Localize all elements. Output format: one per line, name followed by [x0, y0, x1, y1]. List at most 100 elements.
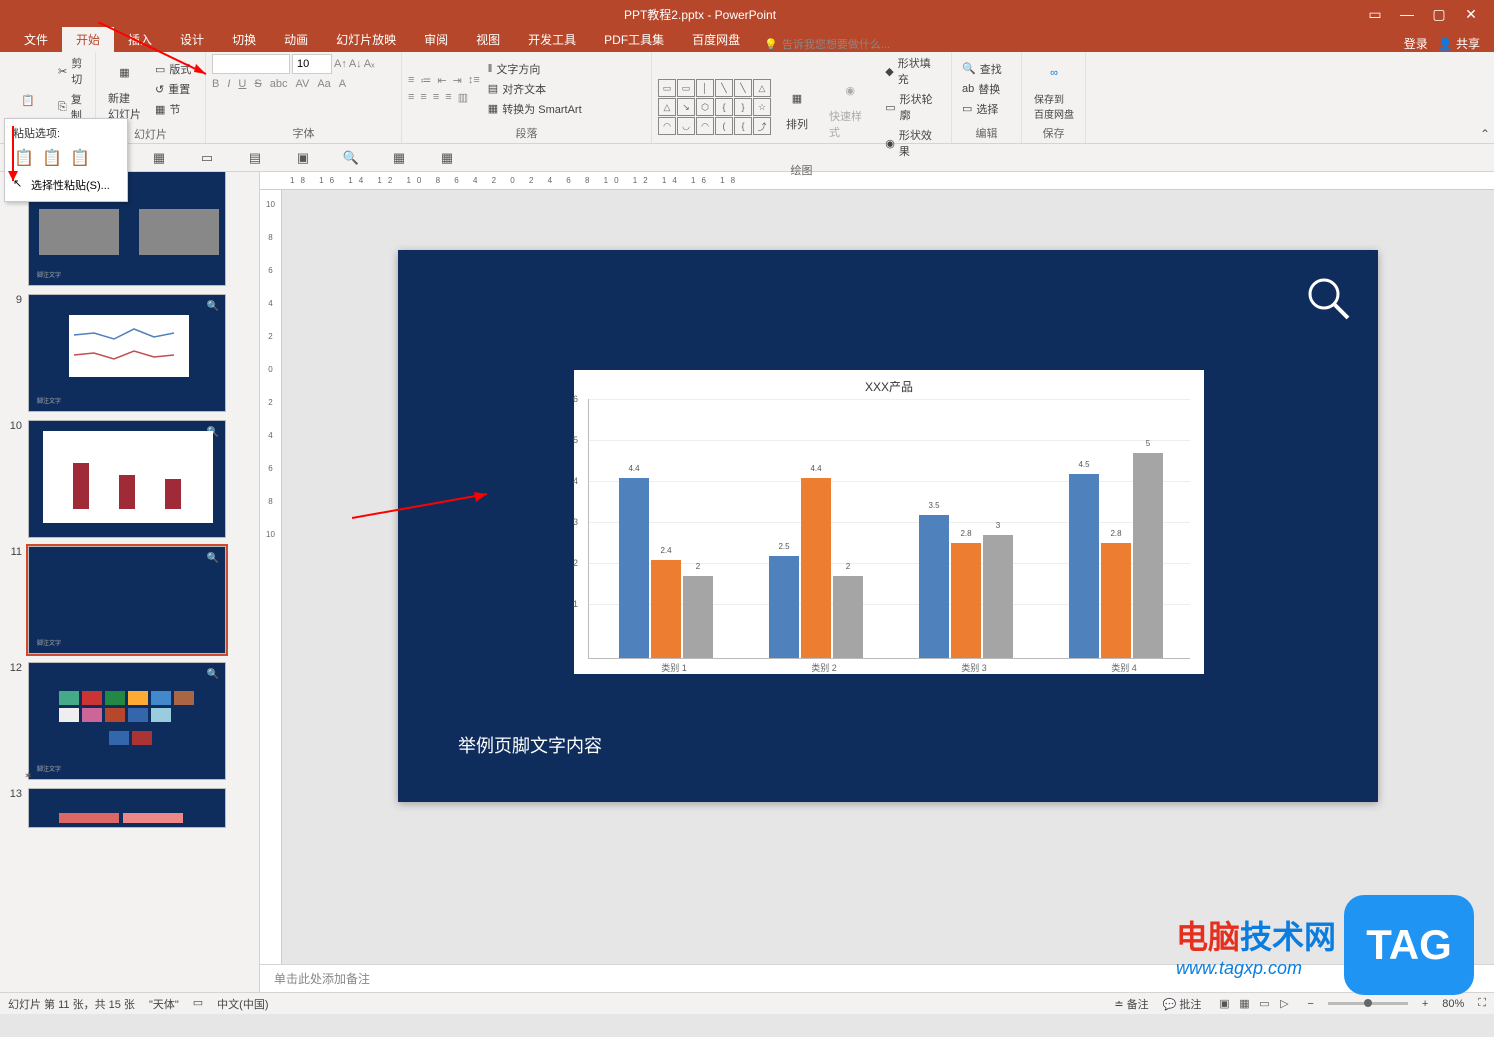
notes-button[interactable]: ≐ 备注 — [1114, 996, 1148, 1012]
slide-thumbnail-13[interactable] — [28, 788, 226, 828]
align-left-button[interactable]: ≡ — [408, 91, 414, 104]
zoom-in-button[interactable]: + — [1422, 998, 1428, 1010]
zoom-level[interactable]: 80% — [1442, 998, 1464, 1010]
editing-group-label: 编辑 — [958, 123, 1015, 141]
slide-canvas[interactable]: XXX产品 1234564.42.42类别 12.54.42类别 23.52.8… — [398, 250, 1378, 802]
slide-number: 9 — [4, 294, 22, 412]
shapes-gallery[interactable]: ▭▭│╲╲△ △↘⬡{}☆ ◠◡◠({⤴ — [658, 79, 771, 135]
quick-icon-2[interactable]: ▭ — [198, 149, 216, 167]
decrease-font-icon[interactable]: A↓ — [349, 58, 362, 70]
font-size-input[interactable] — [292, 54, 332, 74]
tab-animations[interactable]: 动画 — [270, 27, 322, 52]
minimize-icon[interactable]: ― — [1392, 4, 1422, 24]
italic-button[interactable]: I — [227, 78, 230, 90]
paste-special-button[interactable]: 选择性粘贴(S)... — [5, 173, 127, 197]
spell-check-icon[interactable]: ▭ — [193, 996, 203, 1012]
quickstyle-icon: ◉ — [834, 74, 866, 106]
slide-footer-text: 举例页脚文字内容 — [458, 732, 602, 758]
paste-options-label: 粘贴选项: — [5, 123, 127, 143]
red-arrow-icon — [98, 22, 210, 78]
quick-icon-6[interactable]: ▦ — [390, 149, 408, 167]
sorter-view-icon[interactable]: ▦ — [1235, 996, 1253, 1012]
line-spacing-button[interactable]: ↕≡ — [468, 74, 480, 87]
shape-fill-button[interactable]: ◆ 形状填充 — [881, 54, 945, 88]
bold-button[interactable]: B — [212, 78, 219, 90]
smartart-button[interactable]: ▦ 转换为 SmartArt — [484, 100, 586, 118]
numbering-button[interactable]: ≔ — [420, 74, 431, 87]
close-icon[interactable]: ✕ — [1456, 4, 1486, 24]
tab-pdf[interactable]: PDF工具集 — [590, 27, 678, 52]
tab-baidu[interactable]: 百度网盘 — [678, 27, 754, 52]
tab-transitions[interactable]: 切换 — [218, 27, 270, 52]
slide-counter: 幻灯片 第 11 张，共 15 张 — [8, 996, 135, 1012]
shape-outline-button[interactable]: ▭ 形状轮廓 — [881, 90, 945, 124]
chart-object[interactable]: XXX产品 1234564.42.42类别 12.54.42类别 23.52.8… — [574, 370, 1204, 674]
increase-font-icon[interactable]: A↑ — [334, 58, 347, 70]
reset-button[interactable]: ↺ 重置 — [151, 80, 195, 98]
shape-effects-button[interactable]: ◉ 形状效果 — [881, 126, 945, 160]
login-button[interactable]: 登录 — [1404, 35, 1428, 52]
slideshow-view-icon[interactable]: ▷ — [1275, 996, 1293, 1012]
tab-slideshow[interactable]: 幻灯片放映 — [322, 27, 410, 52]
quick-styles-button[interactable]: ◉ 快速样式 — [823, 72, 877, 142]
magnifier-icon — [1306, 276, 1352, 327]
ribbon-display-options-icon[interactable]: ▭ — [1360, 4, 1390, 24]
share-button[interactable]: 👤 共享 — [1438, 35, 1480, 52]
section-button[interactable]: ▦ 节 — [151, 100, 195, 118]
strike-button[interactable]: S — [254, 78, 261, 90]
text-direction-button[interactable]: ‖ 文字方向 — [484, 60, 586, 78]
collapse-ribbon-icon[interactable]: ⌃ — [1480, 127, 1490, 141]
zoom-out-button[interactable]: − — [1307, 998, 1313, 1010]
bullets-button[interactable]: ≡ — [408, 74, 414, 87]
font-color-button[interactable]: A — [339, 78, 346, 90]
align-right-button[interactable]: ≡ — [433, 91, 439, 104]
quick-icon-4[interactable]: ▣ — [294, 149, 312, 167]
select-button[interactable]: ▭ 选择 — [958, 100, 1006, 118]
paste-picture-icon[interactable]: 📋 — [69, 147, 91, 169]
font-name-input[interactable] — [212, 54, 290, 74]
quick-icon-1[interactable]: ▦ — [150, 149, 168, 167]
comments-button[interactable]: 💬 批注 — [1163, 996, 1202, 1012]
red-arrow-icon — [4, 126, 22, 186]
find-button[interactable]: 🔍 查找 — [958, 60, 1006, 78]
language-indicator[interactable]: 中文(中国) — [217, 996, 268, 1012]
arrange-icon: ▦ — [781, 82, 813, 114]
tell-me-input[interactable]: 💡 告诉我您想要做什么... — [754, 36, 890, 52]
align-center-button[interactable]: ≡ — [420, 91, 426, 104]
indent-dec-button[interactable]: ⇤ — [437, 74, 446, 87]
vertical-ruler: 1086420246810 — [260, 190, 282, 964]
normal-view-icon[interactable]: ▣ — [1215, 996, 1233, 1012]
slide-thumbnail-9[interactable]: 🔍 脚注文字 — [28, 294, 226, 412]
baidu-icon: ∞ — [1038, 57, 1070, 89]
align-text-button[interactable]: ▤ 对齐文本 — [484, 80, 586, 98]
slide-thumbnails-panel[interactable]: 脚注文字 9 🔍 脚注文字 10 🔍 — [0, 172, 260, 992]
fit-to-window-icon[interactable]: ⛶ — [1478, 997, 1486, 1010]
replace-button[interactable]: ab 替换 — [958, 80, 1006, 98]
tab-view[interactable]: 视图 — [462, 27, 514, 52]
clear-format-icon[interactable]: Aₓ — [364, 58, 375, 70]
tab-file[interactable]: 文件 — [10, 27, 62, 52]
arrange-button[interactable]: ▦ 排列 — [775, 80, 819, 134]
tab-developer[interactable]: 开发工具 — [514, 27, 590, 52]
cut-button[interactable]: ✂ 剪切 — [54, 54, 91, 88]
spacing-button[interactable]: AV — [295, 78, 309, 90]
shadow-button[interactable]: abc — [270, 78, 288, 90]
zoom-slider[interactable] — [1328, 1002, 1408, 1005]
save-to-baidu-button[interactable]: ∞ 保存到 百度网盘 — [1028, 55, 1080, 123]
reading-view-icon[interactable]: ▭ — [1255, 996, 1273, 1012]
underline-button[interactable]: U — [238, 78, 246, 90]
maximize-icon[interactable]: ▢ — [1424, 4, 1454, 24]
case-button[interactable]: Aa — [317, 78, 330, 90]
columns-button[interactable]: ▥ — [458, 91, 468, 104]
slide-thumbnail-11[interactable]: 🔍 脚注文字 — [28, 546, 226, 654]
slide-thumbnail-12[interactable]: 🔍 脚注文字 — [28, 662, 226, 780]
quick-icon-3[interactable]: ▤ — [246, 149, 264, 167]
quick-icon-7[interactable]: ▦ — [438, 149, 456, 167]
tab-review[interactable]: 审阅 — [410, 27, 462, 52]
slide-thumbnail-10[interactable]: 🔍 — [28, 420, 226, 538]
quick-icon-5[interactable]: 🔍 — [342, 149, 360, 167]
zoom-icon: 🔍 — [207, 301, 219, 312]
justify-button[interactable]: ≡ — [445, 91, 451, 104]
indent-inc-button[interactable]: ⇥ — [453, 74, 462, 87]
paste-dest-theme-icon[interactable]: 📋 — [41, 147, 63, 169]
